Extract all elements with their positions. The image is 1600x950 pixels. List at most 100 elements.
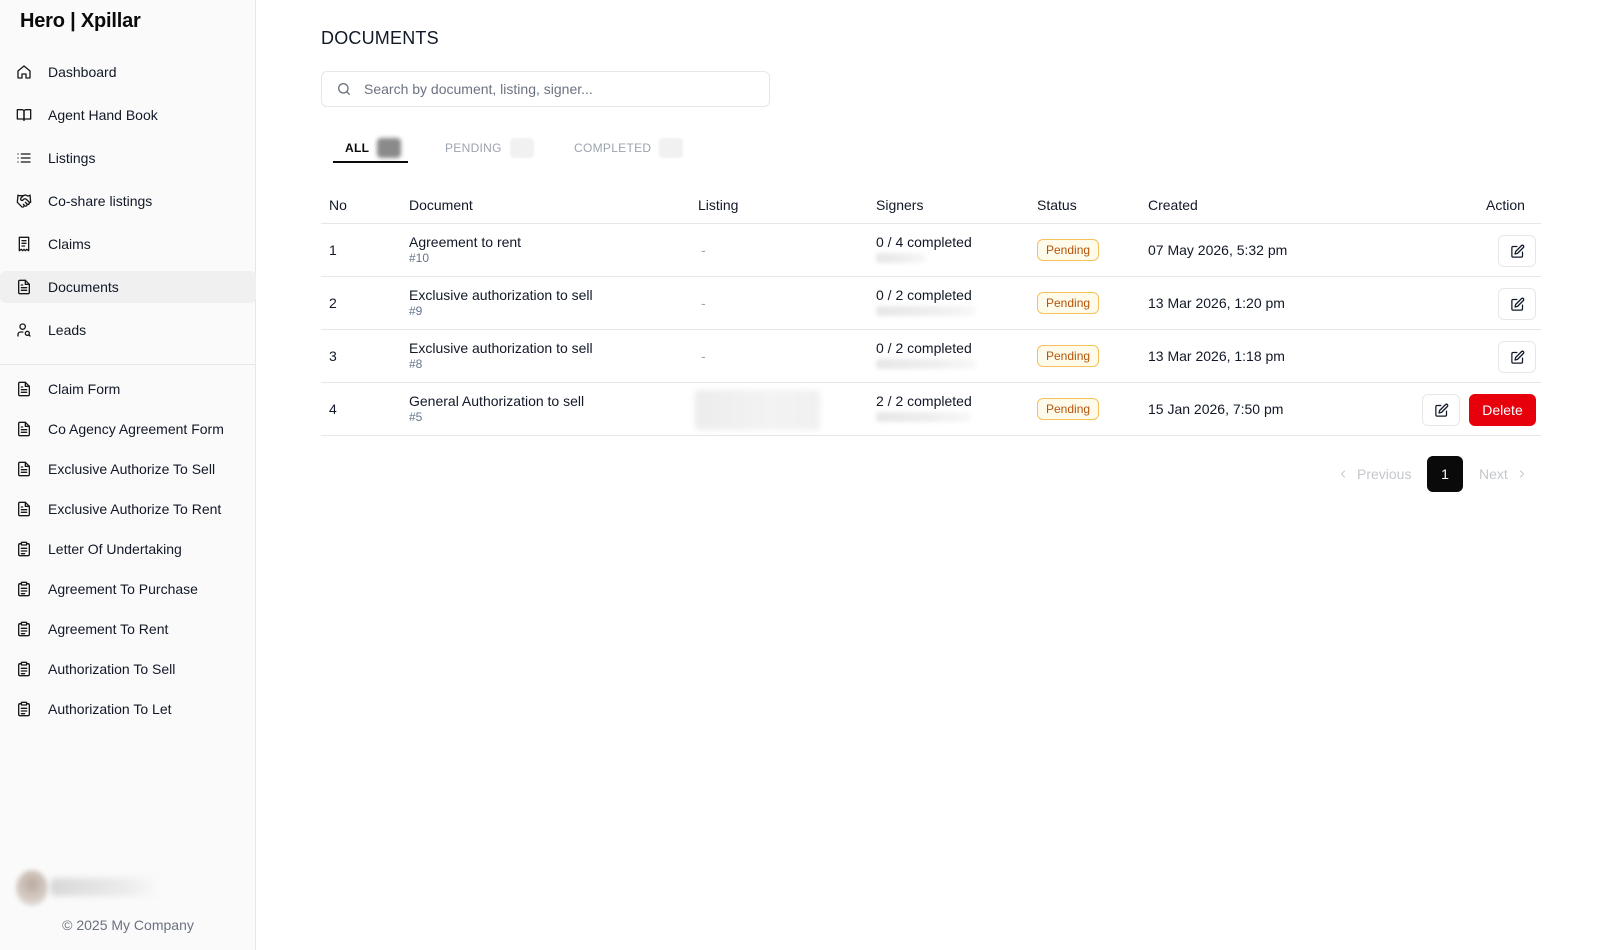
copyright: © 2025 My Company: [62, 917, 194, 933]
created-date: 13 Mar 2026, 1:18 pm: [1148, 348, 1285, 364]
search-box: [321, 71, 770, 107]
table-row: 3 Exclusive authorization to sell #8 - 0…: [321, 330, 1541, 383]
sidebar-item-label: Agreement To Purchase: [48, 581, 198, 597]
delete-button[interactable]: Delete: [1469, 394, 1536, 426]
signer-names-redacted: [876, 412, 971, 422]
sidebar-item-authorization-to-let[interactable]: Authorization To Let: [0, 693, 256, 725]
sidebar-item-agent-hand-book[interactable]: Agent Hand Book: [0, 99, 256, 131]
tab-count-redacted: [509, 138, 534, 158]
sidebar-item-exclusive-authorize-to-sell[interactable]: Exclusive Authorize To Sell: [0, 453, 256, 485]
brand-logo: Hero | Xpillar: [20, 10, 141, 32]
sidebar-item-exclusive-authorize-to-rent[interactable]: Exclusive Authorize To Rent: [0, 493, 256, 525]
column-header-listing: Listing: [698, 197, 739, 213]
clipboard-icon: [16, 621, 32, 637]
column-header-document: Document: [409, 197, 473, 213]
document-name[interactable]: Exclusive authorization to sell: [409, 287, 593, 303]
signer-names-redacted: [876, 306, 976, 316]
column-header-action: Action: [1486, 197, 1525, 213]
row-number: 1: [329, 242, 337, 258]
sidebar-item-documents[interactable]: Documents: [0, 271, 256, 303]
search-icon: [336, 81, 352, 97]
sidebar-divider: [0, 364, 256, 365]
sidebar-item-listings[interactable]: Listings: [0, 142, 256, 174]
next-page-button[interactable]: Next: [1479, 456, 1528, 492]
edit-button[interactable]: [1498, 288, 1536, 320]
previous-page-button[interactable]: Previous: [1337, 456, 1411, 492]
avatar: [16, 870, 48, 906]
search-input[interactable]: [364, 81, 764, 97]
signer-names-redacted: [876, 359, 976, 369]
tab-count-redacted: [659, 138, 684, 158]
listing-value: -: [701, 295, 706, 311]
status-badge: Pending: [1037, 345, 1100, 367]
sidebar-item-agreement-to-rent[interactable]: Agreement To Rent: [0, 613, 256, 645]
signers-progress: 2 / 2 completed: [876, 393, 972, 409]
book-open-icon: [16, 107, 32, 123]
sidebar-item-label: Letter Of Undertaking: [48, 541, 182, 557]
document-cell: General Authorization to sell #5: [409, 393, 584, 424]
edit-icon: [1434, 403, 1448, 417]
user-profile[interactable]: [16, 870, 216, 906]
table-row: 4 General Authorization to sell #5 2 / 2…: [321, 383, 1541, 436]
sidebar-item-authorization-to-sell[interactable]: Authorization To Sell: [0, 653, 256, 685]
active-tab-indicator: [333, 161, 408, 163]
row-number: 3: [329, 348, 337, 364]
document-id: #5: [409, 410, 423, 424]
document-name[interactable]: Exclusive authorization to sell: [409, 340, 593, 356]
clipboard-icon: [16, 661, 32, 677]
sidebar: Hero | Xpillar Dashboard Agent Hand Book…: [0, 0, 256, 950]
tab-pending[interactable]: PENDING: [445, 132, 534, 164]
edit-button[interactable]: [1498, 235, 1536, 267]
page-1-button[interactable]: 1: [1427, 456, 1463, 492]
listing-value: -: [701, 242, 706, 258]
previous-label: Previous: [1357, 466, 1412, 482]
column-header-status: Status: [1037, 197, 1077, 213]
column-header-no: No: [329, 197, 347, 213]
document-cell: Agreement to rent #10: [409, 234, 521, 265]
created-date: 15 Jan 2026, 7:50 pm: [1148, 401, 1284, 417]
signer-names-redacted: [876, 253, 926, 263]
sidebar-item-agreement-to-purchase[interactable]: Agreement To Purchase: [0, 573, 256, 605]
document-name[interactable]: Agreement to rent: [409, 234, 521, 250]
tab-count-redacted: [377, 138, 402, 158]
document-cell: Exclusive authorization to sell #9: [409, 287, 593, 318]
sidebar-item-leads[interactable]: Leads: [0, 314, 256, 346]
next-label: Next: [1479, 466, 1508, 482]
sidebar-item-label: Co-share listings: [48, 193, 153, 209]
user-name-redacted: [50, 878, 160, 896]
file-text-icon: [16, 421, 32, 437]
sidebar-item-dashboard[interactable]: Dashboard: [0, 56, 256, 88]
sidebar-item-label: Dashboard: [48, 64, 117, 80]
receipt-icon: [16, 236, 32, 252]
signers-cell: 0 / 2 completed: [876, 340, 976, 369]
sidebar-item-claim-form[interactable]: Claim Form: [0, 373, 256, 405]
signers-progress: 0 / 4 completed: [876, 234, 972, 250]
signers-progress: 0 / 2 completed: [876, 340, 972, 356]
status-badge: Pending: [1037, 239, 1100, 261]
column-header-created: Created: [1148, 197, 1198, 213]
document-id: #10: [409, 251, 430, 265]
created-date: 07 May 2026, 5:32 pm: [1148, 242, 1288, 258]
tab-completed[interactable]: COMPLETED: [574, 132, 684, 164]
sidebar-item-label: Claim Form: [48, 381, 121, 397]
row-number: 2: [329, 295, 337, 311]
document-name[interactable]: General Authorization to sell: [409, 393, 584, 409]
status-badge: Pending: [1037, 292, 1100, 314]
sidebar-item-letter-of-undertaking[interactable]: Letter Of Undertaking: [0, 533, 256, 565]
created-date: 13 Mar 2026, 1:20 pm: [1148, 295, 1285, 311]
edit-icon: [1510, 297, 1524, 311]
tab-label: ALL: [345, 141, 370, 155]
signers-cell: 0 / 4 completed: [876, 234, 972, 263]
status-badge: Pending: [1037, 398, 1100, 420]
sidebar-item-label: Leads: [48, 322, 87, 338]
sidebar-item-co-agency-agreement-form[interactable]: Co Agency Agreement Form: [0, 413, 256, 445]
edit-button[interactable]: [1422, 394, 1460, 426]
sidebar-item-co-share-listings[interactable]: Co-share listings: [0, 185, 256, 217]
edit-button[interactable]: [1498, 341, 1536, 373]
page-title: DOCUMENTS: [321, 28, 439, 48]
tab-all[interactable]: ALL: [345, 132, 402, 164]
sidebar-item-label: Listings: [48, 150, 96, 166]
clipboard-icon: [16, 541, 32, 557]
sidebar-item-claims[interactable]: Claims: [0, 228, 256, 260]
sidebar-item-label: Authorization To Sell: [48, 661, 176, 677]
